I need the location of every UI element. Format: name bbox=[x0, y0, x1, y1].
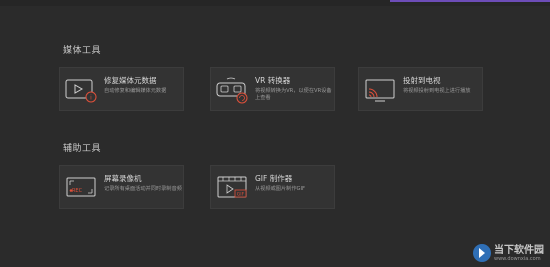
tool-description: 将视频转换为VR，以便在VR设备上查看 bbox=[255, 88, 332, 101]
svg-text:GIF: GIF bbox=[237, 192, 245, 198]
screen-recorder-icon: REC bbox=[66, 177, 96, 197]
watermark: 当下软件园 www.downxia.com bbox=[473, 244, 544, 262]
tool-title: 投射到电视 bbox=[403, 76, 441, 85]
top-accent-line bbox=[390, 0, 550, 2]
tool-card-vr-converter[interactable]: VR 转换器 将视频转换为VR，以便在VR设备上查看 bbox=[210, 67, 335, 111]
tool-title: GIF 制作器 bbox=[255, 174, 293, 183]
tool-card-cast-tv[interactable]: 投射到电视 将视频投射到电视上进行播放 bbox=[358, 67, 483, 111]
svg-text:REC: REC bbox=[72, 188, 83, 194]
tool-card-screen-recorder[interactable]: REC 屏幕录像机 记录所有桌面活动并同时录制音频 bbox=[59, 165, 184, 209]
video-info-icon: i bbox=[65, 79, 97, 103]
vr-headset-icon bbox=[216, 77, 248, 104]
tool-card-fix-metadata[interactable]: i 修复媒体元数据 自动修复和编辑媒体元数据 bbox=[59, 67, 184, 111]
watermark-name: 当下软件园 bbox=[494, 244, 544, 256]
tool-title: 修复媒体元数据 bbox=[104, 76, 157, 85]
tool-description: 自动修复和编辑媒体元数据 bbox=[104, 88, 167, 94]
tool-card-gif-maker[interactable]: GIF GIF 制作器 从视频或图片制作GIF bbox=[210, 165, 335, 209]
section-title-helper-tools: 辅助工具 bbox=[63, 144, 102, 154]
gif-maker-icon: GIF bbox=[217, 176, 247, 198]
window-top-bar bbox=[0, 0, 550, 6]
tool-title: VR 转换器 bbox=[255, 76, 291, 85]
watermark-url: www.downxia.com bbox=[494, 255, 541, 262]
tool-title: 屏幕录像机 bbox=[104, 174, 142, 183]
tool-description: 记录所有桌面活动并同时录制音频 bbox=[104, 186, 182, 192]
tool-description: 从视频或图片制作GIF bbox=[255, 186, 306, 192]
tool-description: 将视频投射到电视上进行播放 bbox=[403, 88, 471, 94]
section-title-media-tools: 媒体工具 bbox=[63, 46, 102, 56]
cast-tv-icon bbox=[365, 79, 395, 102]
watermark-logo-icon bbox=[473, 244, 491, 262]
